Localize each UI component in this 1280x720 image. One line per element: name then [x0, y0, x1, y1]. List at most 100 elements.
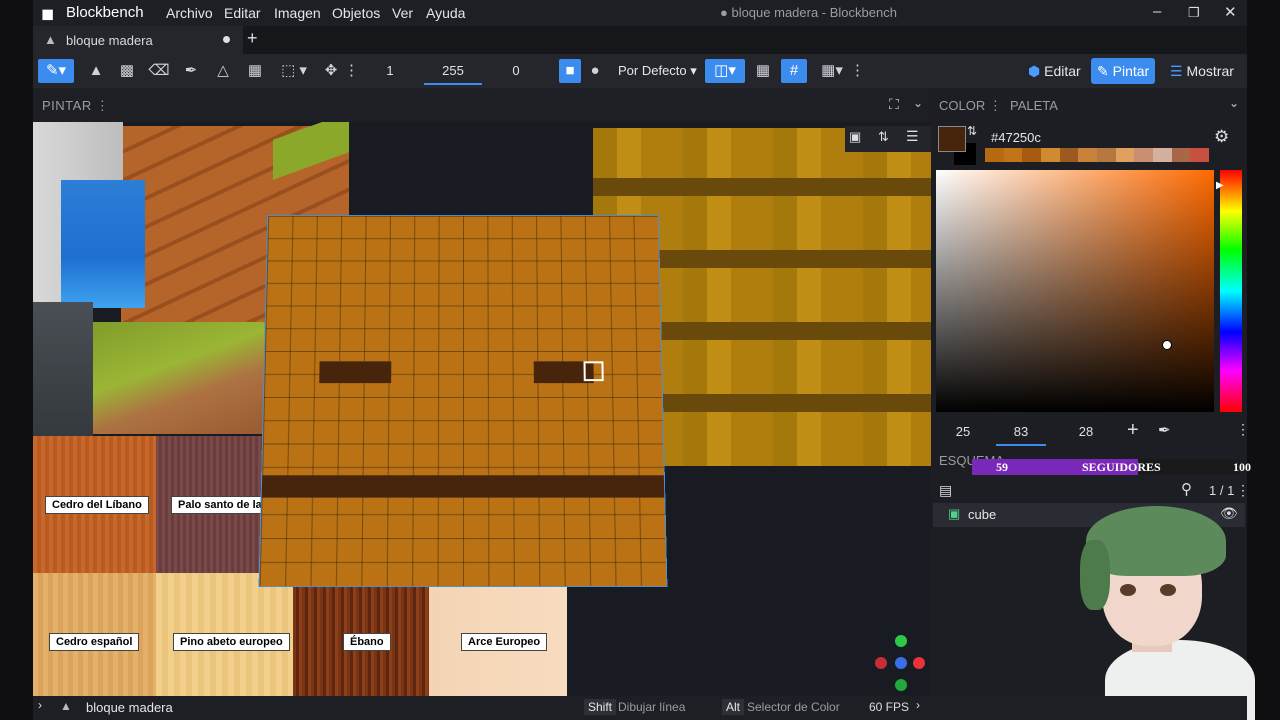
- swap-colors-icon[interactable]: ⇅: [967, 124, 977, 138]
- axis-neg-x-icon[interactable]: [875, 657, 887, 669]
- menu-ver[interactable]: Ver: [392, 5, 413, 21]
- palette-swatch[interactable]: [1171, 148, 1191, 162]
- tab-color[interactable]: COLOR ⋮: [939, 98, 1002, 114]
- menu-objetos[interactable]: Objetos: [332, 5, 380, 21]
- hint-draw-line: Dibujar línea: [618, 700, 686, 714]
- palette-swatch[interactable]: [1059, 148, 1079, 162]
- palette-swatch[interactable]: [1041, 148, 1060, 162]
- close-icon[interactable]: ✕: [1224, 3, 1237, 21]
- palette-swatch[interactable]: [1134, 148, 1154, 162]
- saturation-value-picker[interactable]: [936, 170, 1214, 412]
- more-tools-icon[interactable]: ⋮: [344, 59, 359, 83]
- paint-viewport[interactable]: Cedro del Líbano Palo santo de la India …: [33, 122, 931, 696]
- outliner-count: 1 / 1: [1209, 483, 1235, 498]
- gradient-tool-icon[interactable]: ▦: [242, 59, 268, 83]
- unsaved-dot-icon[interactable]: [223, 36, 230, 43]
- saturation-field[interactable]: 83: [996, 420, 1046, 446]
- mirror-painting-icon[interactable]: ◫▾: [705, 59, 745, 83]
- color-settings-gear-icon[interactable]: ⚙: [1214, 127, 1229, 147]
- square-brush-shape-icon[interactable]: ■: [559, 59, 581, 83]
- mode-editar[interactable]: ⬢ Editar: [1022, 58, 1087, 84]
- status-more-icon[interactable]: ›: [916, 698, 920, 712]
- hue-slider[interactable]: [1220, 170, 1242, 412]
- mode-pintar[interactable]: ✎ Pintar: [1091, 58, 1156, 84]
- palette-swatch-row: [985, 148, 1210, 162]
- axis-y-icon[interactable]: [895, 635, 907, 647]
- minimize-icon[interactable]: –: [1153, 3, 1161, 20]
- followers-label: SEGUIDORES: [1082, 460, 1161, 474]
- axis-x-icon[interactable]: [913, 657, 925, 669]
- palette-swatch[interactable]: [1190, 148, 1210, 162]
- brush-tool-icon[interactable]: ✎▾: [38, 59, 74, 83]
- reference-character-arm: [61, 180, 145, 308]
- menu-ayuda[interactable]: Ayuda: [426, 5, 465, 21]
- palette-swatch[interactable]: [1097, 148, 1116, 162]
- pixel-grid-toggle-icon[interactable]: ▦: [750, 59, 776, 83]
- hue-field[interactable]: 25: [940, 420, 986, 444]
- tab-paleta[interactable]: PALETA: [1010, 98, 1058, 113]
- window-title: ● bloque madera - Blockbench: [720, 5, 897, 20]
- wood-label-pino-abeto: Pino abeto europeo: [173, 633, 290, 651]
- outliner-toggle-icon[interactable]: ▤: [939, 482, 952, 499]
- mode-mostrar[interactable]: ☰ Mostrar: [1164, 58, 1240, 84]
- axis-z-icon[interactable]: [895, 657, 907, 669]
- softness-field[interactable]: 0: [490, 59, 542, 83]
- palette-swatch[interactable]: [1115, 148, 1135, 162]
- chevron-down-icon: ▾: [690, 63, 697, 78]
- palette-swatch[interactable]: [1022, 148, 1042, 162]
- layout-icon[interactable]: ▦▾: [814, 59, 850, 83]
- color-picker-icon[interactable]: ✒: [178, 59, 204, 83]
- axis-neg-y-icon[interactable]: [895, 679, 907, 691]
- move-tool-icon[interactable]: ✥: [318, 59, 344, 83]
- brush-size-field[interactable]: 1: [364, 59, 416, 83]
- selection-tool-icon[interactable]: ⬚ ▾: [274, 59, 314, 83]
- status-expand-icon[interactable]: ›: [38, 698, 42, 712]
- cube-element-icon: ▣: [948, 506, 961, 521]
- restore-icon[interactable]: ❐: [1188, 5, 1200, 21]
- image-icon[interactable]: ▣: [849, 129, 861, 145]
- primary-color-swatch[interactable]: [938, 126, 966, 152]
- panel-collapse-icon[interactable]: ⌄: [913, 96, 923, 110]
- stamp-tool-icon[interactable]: ▲: [83, 59, 109, 83]
- eyedropper-icon[interactable]: ✒: [1158, 421, 1171, 439]
- value-field[interactable]: 28: [1058, 420, 1114, 444]
- palette-swatch[interactable]: [1003, 148, 1023, 162]
- hint-key-shift: Shift: [584, 699, 617, 715]
- hex-color-value[interactable]: #47250c: [991, 130, 1041, 145]
- hamburger-menu-icon[interactable]: ☰: [906, 128, 919, 145]
- app-name: Blockbench: [66, 4, 144, 21]
- menu-editar[interactable]: Editar: [224, 5, 261, 21]
- palette-swatch[interactable]: [985, 148, 1004, 162]
- sort-icon[interactable]: ⇅: [878, 129, 889, 145]
- menu-archivo[interactable]: Archivo: [166, 5, 213, 21]
- hue-slider-handle[interactable]: ▶: [1216, 180, 1224, 191]
- search-icon[interactable]: ⚲: [1181, 480, 1192, 498]
- tab-label: bloque madera: [66, 33, 153, 48]
- grid-toggle-icon[interactable]: #: [781, 59, 807, 83]
- fill-bucket-icon[interactable]: ▩: [114, 59, 140, 83]
- color-more-options-icon[interactable]: ⋮: [1236, 421, 1250, 438]
- palette-swatch[interactable]: [1078, 148, 1098, 162]
- color-panel-collapse-icon[interactable]: ⌄: [1229, 96, 1239, 110]
- blend-mode-select[interactable]: Por Defecto ▾: [618, 63, 697, 79]
- outliner-more-icon[interactable]: ⋮: [1236, 482, 1250, 499]
- painted-plank-line: [261, 475, 665, 498]
- menu-imagen[interactable]: Imagen: [274, 5, 321, 21]
- axis-gizmo[interactable]: [875, 635, 925, 691]
- new-tab-plus-icon[interactable]: +: [247, 28, 258, 49]
- edit-mode-icon: ⬢: [1028, 63, 1041, 79]
- round-brush-shape-icon[interactable]: ●: [584, 59, 606, 83]
- palette-swatch[interactable]: [1153, 148, 1172, 162]
- more-options-icon[interactable]: ⋮: [850, 59, 865, 83]
- shape-tool-icon[interactable]: △: [210, 59, 236, 83]
- paint-panel-title-text: PINTAR: [42, 98, 92, 113]
- uv-paint-canvas[interactable]: [258, 214, 668, 588]
- opacity-field[interactable]: 255: [424, 59, 482, 85]
- picker-handle[interactable]: [1162, 340, 1172, 350]
- followers-start: 59: [996, 460, 1008, 474]
- blend-mode-value: Por Defecto: [618, 63, 687, 78]
- add-to-palette-plus-icon[interactable]: +: [1127, 419, 1139, 442]
- status-project-name: bloque madera: [86, 700, 173, 715]
- eraser-icon[interactable]: ⌫: [146, 59, 172, 83]
- fullscreen-icon[interactable]: ⛶: [889, 96, 899, 113]
